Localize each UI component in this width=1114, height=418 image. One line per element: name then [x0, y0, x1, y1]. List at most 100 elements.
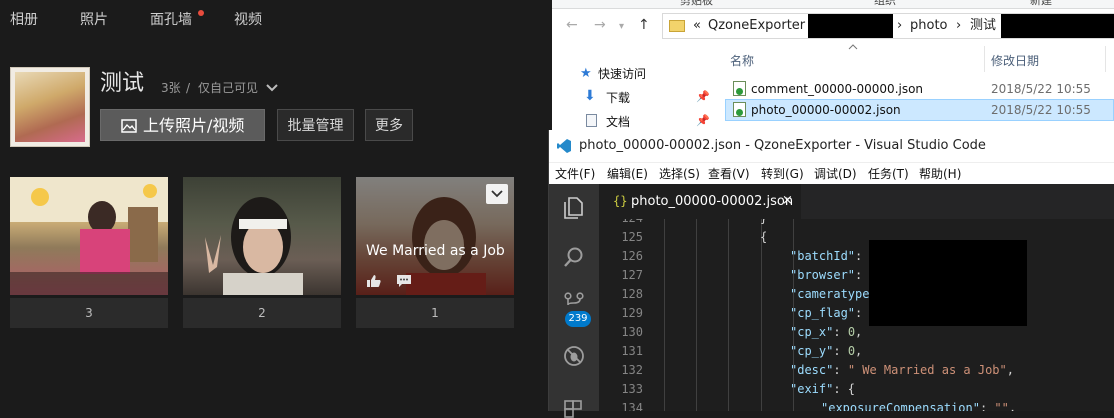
line-number: 129 — [621, 306, 643, 320]
ribbon-organize[interactable]: 组织 — [874, 0, 896, 8]
up-arrow-icon[interactable]: ↑ — [638, 17, 650, 33]
breadcrumb-overflow[interactable]: « — [693, 18, 701, 34]
batch-manage-button[interactable]: 批量管理 — [277, 109, 354, 141]
code-line: "cameratype — [790, 287, 869, 301]
menu-tasks[interactable]: 任务(T) — [868, 166, 909, 182]
indent-guide — [761, 219, 762, 411]
thumbnail-number: 2 — [183, 298, 341, 328]
recent-dropdown-icon[interactable]: ▾ — [619, 21, 624, 32]
search-icon[interactable] — [562, 245, 586, 269]
json-punctuation: : — [833, 363, 848, 377]
line-number: 125 — [621, 230, 643, 244]
json-key: "desc" — [790, 363, 834, 377]
breadcrumb-test[interactable]: 测试 — [970, 18, 996, 34]
menu-goto[interactable]: 转到(G) — [761, 166, 804, 182]
file-explorer-window: 剪贴板 组织 新建 ← → ▾ ↑ « QzoneExporter › › ph… — [552, 0, 1114, 130]
menu-selection[interactable]: 选择(S) — [659, 166, 700, 182]
download-arrow-icon: ⬇ — [584, 88, 596, 104]
json-punctuation: : — [833, 344, 848, 358]
menu-debug[interactable]: 调试(D) — [814, 166, 857, 182]
photo-caption: We Married as a Job — [366, 243, 505, 259]
vscode-window: photo_00000-00002.json - QzoneExporter -… — [548, 130, 1114, 418]
menu-help[interactable]: 帮助(H) — [919, 166, 961, 182]
ribbon-clipboard[interactable]: 剪贴板 — [680, 0, 713, 8]
redacted-path — [1001, 14, 1114, 38]
menu-edit[interactable]: 编辑(E) — [607, 166, 648, 182]
indent-guide — [696, 219, 697, 411]
json-punctuation: : — [855, 249, 863, 263]
sort-up-icon — [848, 44, 858, 50]
file-row-selected[interactable]: photo_00000-00002.json 2018/5/22 10:55 — [725, 99, 1114, 121]
json-key: "cp_flag" — [790, 306, 856, 320]
sidebar-documents[interactable]: 文档 — [606, 114, 630, 130]
code-editor[interactable]: 124 } 125 { 126 "batchId": 127 "browser"… — [599, 219, 1114, 411]
photo-thumbnail[interactable] — [10, 177, 168, 295]
like-icon[interactable] — [366, 274, 382, 288]
menu-view[interactable]: 查看(V) — [708, 166, 750, 182]
menu-file[interactable]: 文件(F) — [555, 166, 595, 182]
back-arrow-icon[interactable]: ← — [566, 17, 578, 33]
json-file-icon — [733, 102, 746, 117]
ribbon-new[interactable]: 新建 — [1030, 0, 1052, 8]
file-date: 2018/5/22 10:55 — [991, 82, 1091, 96]
json-punctuation: : — [855, 268, 863, 282]
album-cover[interactable] — [10, 67, 90, 147]
comment-icon[interactable] — [396, 274, 412, 288]
column-date-modified[interactable]: 修改日期 — [991, 52, 1039, 69]
photo-menu-button[interactable] — [486, 184, 508, 204]
upload-button-label: 上传照片/视频 — [143, 116, 245, 135]
code-line: } — [760, 219, 767, 225]
breadcrumb-separator[interactable]: › — [956, 18, 961, 34]
thumbnail-number: 1 — [356, 298, 514, 328]
nav-photos[interactable]: 照片 — [80, 10, 108, 30]
breadcrumb-qzoneexporter[interactable]: QzoneExporter — [708, 18, 805, 34]
debug-icon[interactable] — [562, 344, 586, 368]
upload-photo-video-button[interactable]: 上传照片/视频 — [100, 109, 265, 141]
breadcrumb-photo[interactable]: photo — [910, 18, 948, 34]
more-button[interactable]: 更多 — [365, 109, 413, 141]
breadcrumb-separator[interactable]: › — [897, 18, 902, 34]
address-bar[interactable]: « QzoneExporter › › photo › 测试 — [662, 13, 1114, 39]
column-name[interactable]: 名称 — [730, 52, 754, 69]
column-divider — [984, 46, 985, 72]
album-cover-image — [15, 72, 85, 142]
json-punctuation: : — [855, 306, 863, 320]
photo-thumbnail[interactable]: We Married as a Job — [356, 177, 514, 295]
nav-albums[interactable]: 相册 — [10, 10, 38, 30]
explorer-files-icon[interactable] — [562, 195, 586, 219]
line-number: 126 — [621, 249, 643, 263]
nav-videos[interactable]: 视频 — [234, 10, 262, 30]
photo-thumbnail[interactable] — [183, 177, 341, 295]
file-date: 2018/5/22 10:55 — [991, 103, 1091, 117]
forward-arrow-icon[interactable]: → — [594, 17, 606, 33]
close-icon[interactable]: × — [782, 193, 793, 208]
chevron-down-icon[interactable] — [266, 83, 278, 93]
notification-dot — [198, 10, 204, 16]
json-punctuation: : — [833, 325, 848, 339]
json-punctuation: , — [855, 325, 863, 339]
json-key: "cameratype — [790, 287, 870, 301]
line-number: 124 — [599, 219, 643, 225]
pin-icon[interactable]: 📌 — [696, 114, 710, 127]
line-number: 130 — [621, 325, 643, 339]
json-number: 0 — [847, 344, 856, 358]
album-title: 测试 — [100, 71, 145, 96]
code-line: "cp_x": 0, — [790, 325, 862, 339]
sidebar-quick-access[interactable]: 快速访问 — [598, 66, 646, 82]
album-visibility[interactable]: 仅自己可见 — [198, 80, 258, 96]
code-line: "cp_flag": — [790, 306, 862, 320]
line-number: 127 — [621, 268, 643, 282]
tab-photo-json[interactable]: {} photo_00000-00002.json × — [599, 184, 801, 219]
extensions-icon[interactable] — [562, 394, 586, 418]
activity-bar: 239 — [549, 184, 599, 418]
file-row[interactable]: comment_00000-00000.json 2018/5/22 10:55 — [725, 78, 1114, 100]
vscode-logo-icon — [557, 139, 571, 153]
pin-icon[interactable]: 📌 — [696, 90, 710, 103]
vscode-titlebar: photo_00000-00002.json - QzoneExporter -… — [549, 130, 1114, 162]
json-key: "cp_y" — [790, 344, 834, 358]
sidebar-downloads[interactable]: 下载 — [606, 90, 630, 106]
chevron-down-icon — [491, 190, 503, 198]
code-line: "cp_y": 0, — [790, 344, 862, 358]
nav-face-wall[interactable]: 面孔墙 — [150, 10, 192, 30]
redacted-values — [869, 240, 1027, 326]
